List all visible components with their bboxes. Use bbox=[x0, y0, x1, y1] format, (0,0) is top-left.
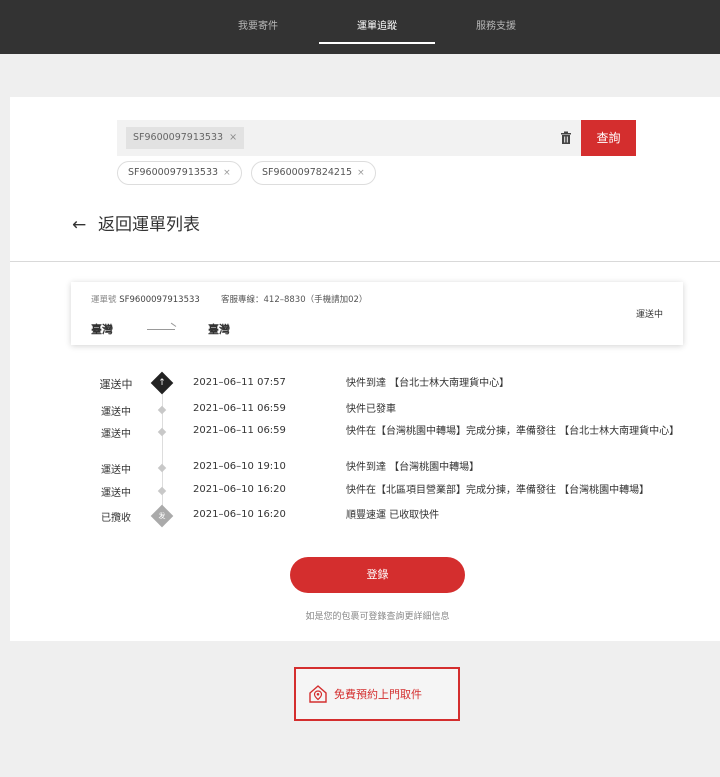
destination: 臺灣 bbox=[208, 323, 230, 336]
chip-close-icon[interactable]: × bbox=[229, 132, 237, 143]
waybill-number: 運單號 SF9600097913533 bbox=[91, 293, 200, 305]
tab-send[interactable]: 我要寄件 bbox=[228, 0, 288, 54]
divider bbox=[10, 261, 720, 262]
timeline-status: 已攬收 bbox=[101, 513, 131, 524]
timeline-desc: 快件在【北區項目營業部】完成分揀，準備發往 【台灣桃園中轉場】 bbox=[346, 485, 650, 496]
timeline-desc: 順豐速運 已收取快件 bbox=[346, 510, 440, 521]
timeline-time: 2021–06–10 16:20 bbox=[193, 484, 286, 495]
timeline-desc: 快件在【台灣桃園中轉場】完成分揀，準備發往 【台北士林大南理貨中心】 bbox=[346, 426, 680, 437]
tab-support[interactable]: 服務支援 bbox=[466, 0, 526, 54]
arrow-left-icon: ← bbox=[72, 215, 87, 235]
timeline-desc: 快件到達 【台灣桃園中轉場】 bbox=[346, 462, 480, 473]
timeline-time: 2021–06–11 06:59 bbox=[193, 425, 286, 436]
timeline-time: 2021–06–11 06:59 bbox=[193, 403, 286, 414]
pickup-label: 免費預約上門取件 bbox=[334, 688, 422, 701]
route-arrow-icon bbox=[147, 329, 175, 330]
timeline-time: 2021–06–10 19:10 bbox=[193, 461, 286, 472]
search-chip[interactable]: SF9600097913533 × bbox=[126, 127, 245, 149]
back-label: 返回運單列表 bbox=[98, 215, 200, 235]
trash-icon[interactable] bbox=[559, 131, 573, 145]
tab-tracking[interactable]: 運單追蹤 bbox=[319, 0, 435, 54]
timeline-desc: 快件已發車 bbox=[346, 404, 396, 415]
timeline-status: 運送中 bbox=[101, 407, 131, 418]
timeline-status: 運送中 bbox=[101, 488, 131, 499]
history-chip[interactable]: SF9600097824215 × bbox=[251, 161, 376, 185]
timeline-status: 運送中 bbox=[101, 429, 131, 440]
house-location-icon bbox=[309, 685, 327, 703]
timeline-time: 2021–06–11 07:57 bbox=[193, 377, 286, 388]
service-phone: 客服專線：412–8830（手機請加02） bbox=[221, 295, 368, 305]
close-icon[interactable]: × bbox=[223, 168, 231, 178]
search-chip-label: SF9600097913533 bbox=[133, 132, 224, 143]
timeline-time: 2021–06–10 16:20 bbox=[193, 509, 286, 520]
free-pickup-button[interactable]: 免費預約上門取件 bbox=[294, 667, 460, 721]
query-button[interactable]: 查詢 bbox=[581, 120, 636, 156]
timeline-line bbox=[162, 383, 163, 515]
login-hint: 如是您的包裹可登錄查詢更詳細信息 bbox=[305, 612, 450, 622]
origin: 臺灣 bbox=[91, 323, 113, 336]
history-chip[interactable]: SF9600097913533 × bbox=[117, 161, 242, 185]
status-badge: 運送中 bbox=[635, 310, 663, 320]
history-chip-label: SF9600097824215 bbox=[262, 167, 353, 178]
waybill-number-label: 運單號 bbox=[91, 295, 117, 305]
close-icon[interactable]: × bbox=[357, 168, 365, 178]
waybill-number-value: SF9600097913533 bbox=[119, 295, 200, 305]
history-chip-label: SF9600097913533 bbox=[128, 167, 219, 178]
timeline-status: 運送中 bbox=[99, 378, 133, 391]
timeline-status: 運送中 bbox=[101, 465, 131, 476]
back-to-list-link[interactable]: ← 返回運單列表 bbox=[72, 212, 200, 238]
arrow-up-icon: ↑ bbox=[150, 371, 174, 395]
login-button[interactable]: 登錄 bbox=[290, 557, 465, 593]
waybill-summary: 運單號 SF9600097913533 客服專線：412–8830（手機請加02… bbox=[71, 282, 683, 345]
dispatch-icon: 发 bbox=[150, 504, 174, 528]
timeline-desc: 快件到達 【台北士林大南理貨中心】 bbox=[346, 378, 510, 389]
top-nav: 我要寄件 運單追蹤 服務支援 bbox=[0, 0, 720, 54]
